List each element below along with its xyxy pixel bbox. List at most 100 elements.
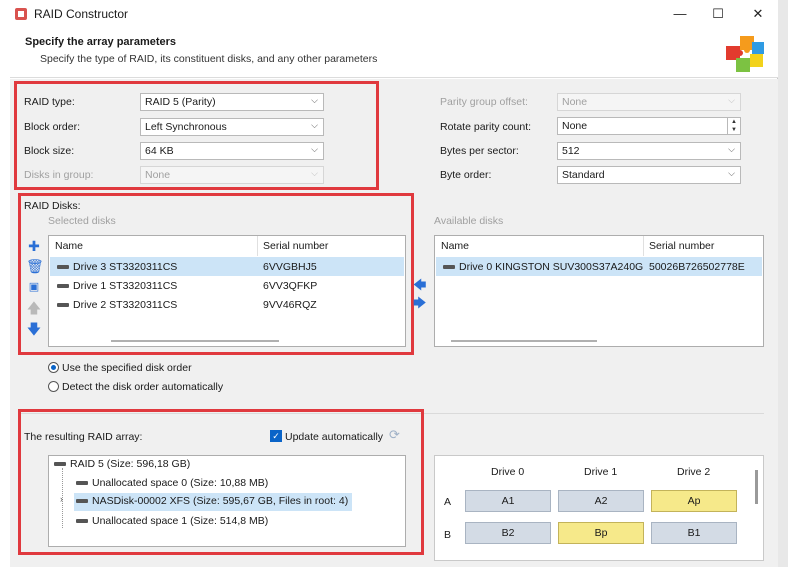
chevron-down-icon: ⌵: [728, 168, 735, 178]
update-auto-checkbox[interactable]: ✓: [270, 430, 282, 442]
disk-serial: 6VV3QFKP: [263, 280, 318, 292]
trash-icon[interactable]: 🗑: [26, 258, 44, 274]
disk-name-text: Drive 1 ST3320311CS: [73, 280, 178, 292]
block-size-label: Block size:: [24, 145, 75, 157]
close-button[interactable]: ✕: [743, 4, 773, 24]
available-disks-list[interactable]: Name Serial number Drive 0 KINGSTON SUV3…: [434, 235, 764, 347]
arrow-up-icon: 🡅: [26, 300, 42, 316]
arrow-down-icon[interactable]: 🡇: [26, 321, 42, 337]
column-separator: [643, 236, 644, 256]
drive-icon: [76, 481, 88, 486]
raid-disks-label: RAID Disks:: [24, 200, 81, 212]
drive-icon: [57, 284, 69, 289]
disks-in-group-value: None: [145, 169, 171, 181]
stripe-layout-panel: Drive 0 Drive 1 Drive 2 A A1 A2 Ap B B2 …: [434, 455, 764, 561]
raid-type-value: RAID 5 (Parity): [145, 96, 216, 108]
table-row[interactable]: Drive 0 KINGSTON SUV300S37A240G 50026B72…: [436, 257, 762, 276]
parity-block: Bp: [558, 522, 644, 544]
disk-serial: 9VV46RQZ: [263, 299, 317, 311]
row-label: B: [444, 529, 452, 541]
block-order-label: Block order:: [24, 121, 81, 133]
disk-name-text: Drive 0 KINGSTON SUV300S37A240G: [459, 261, 644, 273]
chevron-down-icon: ⌵: [311, 168, 318, 178]
app-icon: [15, 8, 27, 20]
rotate-parity-count-value: None: [562, 120, 588, 132]
parity-block: Ap: [651, 490, 737, 512]
bytes-per-sector-value: 512: [562, 145, 580, 157]
block-order-value: Left Synchronous: [145, 121, 227, 133]
add-disk-icon[interactable]: ✚: [26, 238, 42, 254]
refresh-icon[interactable]: ⟳: [389, 427, 400, 443]
chevron-down-icon: ⌵: [311, 120, 318, 130]
maximize-button[interactable]: ☐: [703, 4, 733, 24]
drive-header: Drive 2: [677, 466, 711, 478]
disk-properties-icon[interactable]: ▣: [26, 279, 42, 295]
stripe-block: A2: [558, 490, 644, 512]
tree-node-raid[interactable]: RAID 5 (Size: 596,18 GB): [54, 458, 190, 477]
title-bar: RAID Constructor — ☐ ✕: [0, 0, 778, 28]
tree-node-unallocated-1[interactable]: Unallocated space 1 (Size: 514,8 MB): [76, 515, 268, 534]
update-auto-label[interactable]: Update automatically: [285, 431, 383, 443]
block-order-select[interactable]: Left Synchronous ⌵: [140, 118, 324, 136]
raid-type-select[interactable]: RAID 5 (Parity) ⌵: [140, 93, 324, 111]
column-name[interactable]: Name: [55, 236, 83, 256]
stripe-block: B2: [465, 522, 551, 544]
disk-name-text: Drive 3 ST3320311CS: [73, 261, 178, 273]
auto-order-radio[interactable]: [48, 381, 59, 392]
parity-group-offset-value: None: [562, 96, 588, 108]
column-serial[interactable]: Serial number: [649, 236, 714, 256]
bytes-per-sector-select[interactable]: 512 ⌵: [557, 142, 741, 160]
table-row[interactable]: Drive 2 ST3320311CS 9VV46RQZ: [50, 295, 404, 314]
byte-order-value: Standard: [562, 169, 605, 181]
stripe-block: B1: [651, 522, 737, 544]
horizontal-scrollbar[interactable]: [451, 340, 597, 342]
stepper-up-icon[interactable]: ▲: [728, 118, 740, 126]
stepper-buttons[interactable]: ▲ ▼: [727, 118, 740, 134]
parity-group-offset-select: None ⌵: [557, 93, 741, 111]
drive-icon: [76, 499, 88, 504]
header-title: Specify the array parameters: [25, 36, 177, 48]
chevron-down-icon: ⌵: [728, 144, 735, 154]
column-name[interactable]: Name: [441, 236, 469, 256]
byte-order-label: Byte order:: [440, 169, 492, 181]
expand-arrow-icon[interactable]: ›: [60, 494, 63, 504]
disk-name: Drive 1 ST3320311CS: [57, 280, 177, 292]
arrow-right-icon[interactable]: 🡆: [413, 294, 426, 316]
vertical-scrollbar[interactable]: [755, 470, 758, 504]
specified-order-label[interactable]: Use the specified disk order: [62, 362, 192, 374]
block-size-select[interactable]: 64 KB ⌵: [140, 142, 324, 160]
result-tree[interactable]: RAID 5 (Size: 596,18 GB) Unallocated spa…: [48, 455, 406, 547]
header-subtitle: Specify the type of RAID, its constituen…: [40, 53, 378, 65]
minimize-button[interactable]: —: [665, 4, 695, 24]
chevron-down-icon: ⌵: [311, 95, 318, 105]
rotate-parity-count-label: Rotate parity count:: [440, 121, 532, 133]
horizontal-scrollbar[interactable]: [111, 340, 279, 342]
drive-icon: [76, 519, 88, 524]
drive-icon: [54, 462, 66, 467]
stripe-block: A1: [465, 490, 551, 512]
raid-type-label: RAID type:: [24, 96, 75, 108]
disk-name: Drive 2 ST3320311CS: [57, 299, 177, 311]
stepper-down-icon[interactable]: ▼: [728, 126, 740, 134]
table-row[interactable]: Drive 1 ST3320311CS 6VV3QFKP: [50, 276, 404, 295]
bytes-per-sector-label: Bytes per sector:: [440, 145, 519, 157]
puzzle-icon: [726, 36, 764, 72]
disk-serial: 50026B726502778E: [649, 261, 745, 273]
byte-order-select[interactable]: Standard ⌵: [557, 166, 741, 184]
table-row[interactable]: Drive 3 ST3320311CS 6VVGBHJ5: [50, 257, 404, 276]
selected-disks-list[interactable]: Name Serial number Drive 3 ST3320311CS 6…: [48, 235, 406, 347]
disk-name: Drive 3 ST3320311CS: [57, 261, 177, 273]
tree-node-nasdisk[interactable]: NASDisk-00002 XFS (Size: 595,67 GB, File…: [74, 493, 353, 511]
disks-in-group-label: Disks in group:: [24, 169, 94, 181]
specified-order-radio[interactable]: [48, 362, 59, 373]
drive-header: Drive 1: [584, 466, 618, 478]
drive-icon: [57, 265, 69, 270]
tree-node-text: RAID 5 (Size: 596,18 GB): [70, 458, 191, 470]
result-label: The resulting RAID array:: [24, 431, 143, 443]
tree-node-text: Unallocated space 1 (Size: 514,8 MB): [92, 515, 269, 527]
raid-constructor-window: RAID Constructor — ☐ ✕ Specify the array…: [0, 0, 778, 567]
column-serial[interactable]: Serial number: [263, 236, 328, 256]
rotate-parity-count-stepper[interactable]: None ▲ ▼: [557, 117, 741, 135]
chevron-down-icon: ⌵: [728, 95, 735, 105]
auto-order-label[interactable]: Detect the disk order automatically: [62, 381, 223, 393]
